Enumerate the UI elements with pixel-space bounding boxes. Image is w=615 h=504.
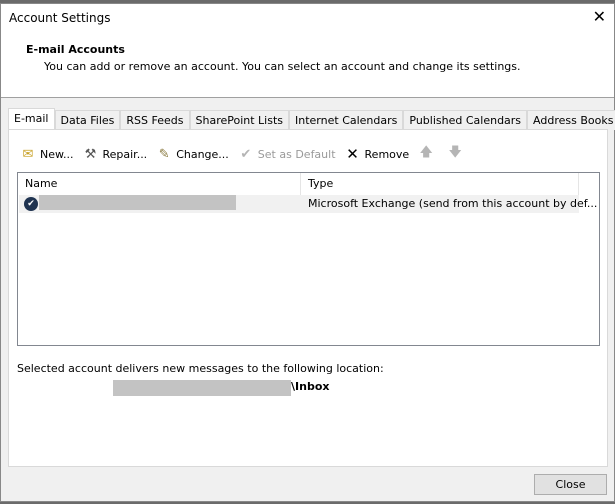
tab-published-calendars[interactable]: Published Calendars [403, 110, 528, 130]
change-icon: ✎ [158, 146, 170, 162]
move-up-button[interactable]: 🡅 [417, 145, 438, 162]
tab-email[interactable]: E-mail [8, 108, 55, 130]
table-row[interactable]: ✔ Microsoft Exchange (send from this acc… [19, 195, 597, 213]
x-icon: ✕ [346, 145, 359, 163]
tab-bar: E-mail Data Files RSS Feeds SharePoint L… [8, 108, 615, 130]
new-mail-icon: ✉ [22, 146, 34, 162]
tab-sharepoint-lists[interactable]: SharePoint Lists [189, 110, 290, 130]
close-icon[interactable]: ✕ [593, 7, 606, 26]
header: E-mail Accounts You can add or remove an… [1, 32, 614, 98]
new-button[interactable]: ✉ New... [19, 146, 74, 162]
toolbar: ✉ New... ⚒ Repair... ✎ Change... ✔ Set as De… [19, 145, 475, 163]
tools-icon: ⚒ [84, 146, 97, 162]
redacted-mailbox [113, 380, 291, 396]
accounts-list: Name Type ✔ Microsoft Exchange (send fro… [17, 172, 600, 346]
repair-button[interactable]: ⚒ Repair... [81, 146, 148, 162]
check-circle-icon: ✔ [240, 146, 252, 162]
account-settings-dialog: Account Settings ✕ E-mail Accounts You c… [0, 3, 615, 502]
close-button[interactable]: Close [534, 474, 607, 495]
move-down-button[interactable]: 🡇 [446, 145, 467, 162]
default-account-check-icon: ✔ [24, 197, 38, 211]
header-subtitle: You can add or remove an account. You ca… [44, 60, 521, 73]
header-title: E-mail Accounts [26, 43, 125, 56]
tab-data-files[interactable]: Data Files [54, 110, 121, 130]
tab-rss-feeds[interactable]: RSS Feeds [120, 110, 190, 130]
delivery-folder: \Inbox [291, 380, 330, 393]
location-label: Selected account delivers new messages t… [17, 362, 384, 375]
arrow-up-icon: 🡅 [419, 145, 433, 160]
redacted-account-name [39, 195, 236, 210]
account-type: Microsoft Exchange (send from this accou… [308, 197, 598, 210]
set-default-button[interactable]: ✔ Set as Default [237, 146, 335, 162]
title-bar: Account Settings ✕ [1, 4, 614, 32]
change-button[interactable]: ✎ Change... [155, 146, 229, 162]
arrow-down-icon: 🡇 [448, 145, 462, 160]
tab-address-books[interactable]: Address Books [527, 110, 615, 130]
remove-button[interactable]: ✕ Remove [344, 145, 409, 163]
tab-internet-calendars[interactable]: Internet Calendars [289, 110, 404, 130]
column-header-name[interactable]: Name [18, 173, 301, 195]
email-tab-panel: ✉ New... ⚒ Repair... ✎ Change... ✔ Set as De… [8, 129, 608, 467]
window-title: Account Settings [9, 11, 111, 25]
column-header-type[interactable]: Type [301, 173, 579, 195]
